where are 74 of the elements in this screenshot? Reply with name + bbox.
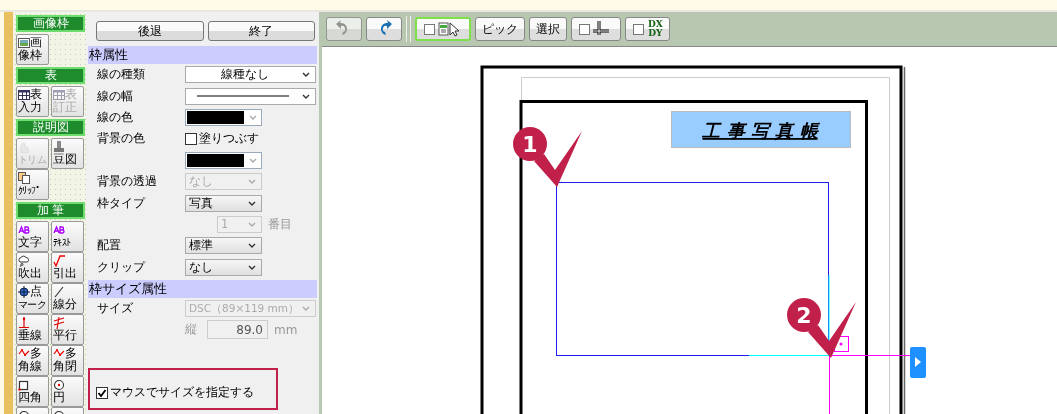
field-label: 背景の色 <box>97 131 145 146</box>
tool-button[interactable]: 多 角閉 <box>51 345 84 376</box>
circle-icon <box>53 378 65 391</box>
toolbar-button[interactable] <box>366 17 402 41</box>
line-segment-icon <box>53 285 65 298</box>
tool-button[interactable]: 文字 <box>16 221 49 252</box>
color-picker[interactable] <box>185 108 262 126</box>
page-title: 工 事 写 真 帳 <box>702 120 818 141</box>
marker-number: 2 <box>796 303 812 328</box>
checkbox[interactable]: 塗りつぶす <box>185 130 259 148</box>
section-header: 画像枠 <box>16 15 85 32</box>
toolbar-button[interactable]: ピック <box>475 17 525 41</box>
field-label: 縦 <box>185 321 198 339</box>
section-header: 枠サイズ属性 <box>88 279 317 298</box>
table-icon <box>53 88 65 101</box>
pages-icon <box>18 171 30 184</box>
field-label: 配置 <box>97 238 121 253</box>
tool-button[interactable]: ﾃｷｽﾄ <box>51 221 84 252</box>
tool-button[interactable]: 四角 <box>16 376 49 407</box>
field-label: 線の色 <box>97 109 133 124</box>
tool-button[interactable]: 平行 <box>51 314 84 345</box>
field-label: 枠タイプ <box>97 195 145 210</box>
text-style-icon <box>53 223 65 236</box>
tool-button[interactable]: 吹出 <box>16 252 49 283</box>
toolbar-button[interactable]: 選択 <box>529 17 567 41</box>
unit-label: mm <box>274 323 298 337</box>
line-width-dropdown[interactable] <box>185 87 316 105</box>
section-header: 加 筆 <box>16 202 85 219</box>
toolbar-button[interactable] <box>415 17 471 41</box>
toolbar-button[interactable] <box>571 17 621 41</box>
toolbar-button[interactable]: DX DY <box>625 17 670 41</box>
field-label: 線の種類 <box>97 67 145 82</box>
tool-button[interactable]: 画 像枠 <box>16 34 49 65</box>
dropdown[interactable]: 標準 <box>185 237 262 255</box>
dropdown[interactable]: 線種なし <box>185 66 316 84</box>
table-icon <box>18 88 30 101</box>
dropdown[interactable]: 写真 <box>185 194 262 212</box>
tool-button[interactable]: 点 マーク <box>16 283 49 314</box>
text-style-icon <box>18 223 30 236</box>
perpendicular-icon <box>18 316 30 329</box>
tool-button[interactable]: ｸﾘｯﾌﾟ <box>16 169 49 200</box>
tool-button[interactable]: 多 角線 <box>16 345 49 376</box>
panel-button[interactable]: 終了 <box>207 21 315 41</box>
dropdown[interactable]: なし <box>185 258 262 276</box>
tool-button[interactable]: 円 <box>51 376 84 407</box>
checkbox[interactable]: マウスでサイズを指定する <box>96 384 254 401</box>
marker-number: 1 <box>522 132 538 157</box>
scroll-tab[interactable] <box>910 347 926 378</box>
rectangle-icon <box>18 378 30 391</box>
section-header: 表 <box>16 67 85 84</box>
tool-button[interactable]: 引出 <box>51 252 84 283</box>
tool-button[interactable]: 垂線 <box>16 314 49 345</box>
section-header: 説明図 <box>16 119 85 136</box>
leader-line-icon <box>53 254 65 267</box>
numbered-check-marker <box>513 127 582 187</box>
stamp-icon <box>53 140 65 153</box>
field-label: サイズ <box>97 301 133 316</box>
hand-icon <box>18 140 30 153</box>
tool-button[interactable]: 線分 <box>51 283 84 314</box>
crosshair-marker-icon <box>18 285 30 298</box>
tool-button[interactable]: 表 入力 <box>16 86 49 117</box>
speech-cloud-icon <box>18 254 30 267</box>
field-label: 背景の透過 <box>97 174 157 189</box>
section-header: 枠属性 <box>88 46 317 64</box>
dxdy-label: DX DY <box>648 20 663 38</box>
parallel-lines-icon <box>53 316 65 329</box>
image-icon <box>18 36 30 49</box>
tool-button[interactable]: 豆図 <box>51 138 84 169</box>
field-label: クリップ <box>97 259 145 274</box>
numbered-check-marker <box>787 298 856 358</box>
color-picker[interactable] <box>185 151 262 169</box>
panel-button[interactable]: 後退 <box>96 21 204 41</box>
field-label: 線の幅 <box>97 88 133 103</box>
unit-label: 番目 <box>268 215 292 233</box>
